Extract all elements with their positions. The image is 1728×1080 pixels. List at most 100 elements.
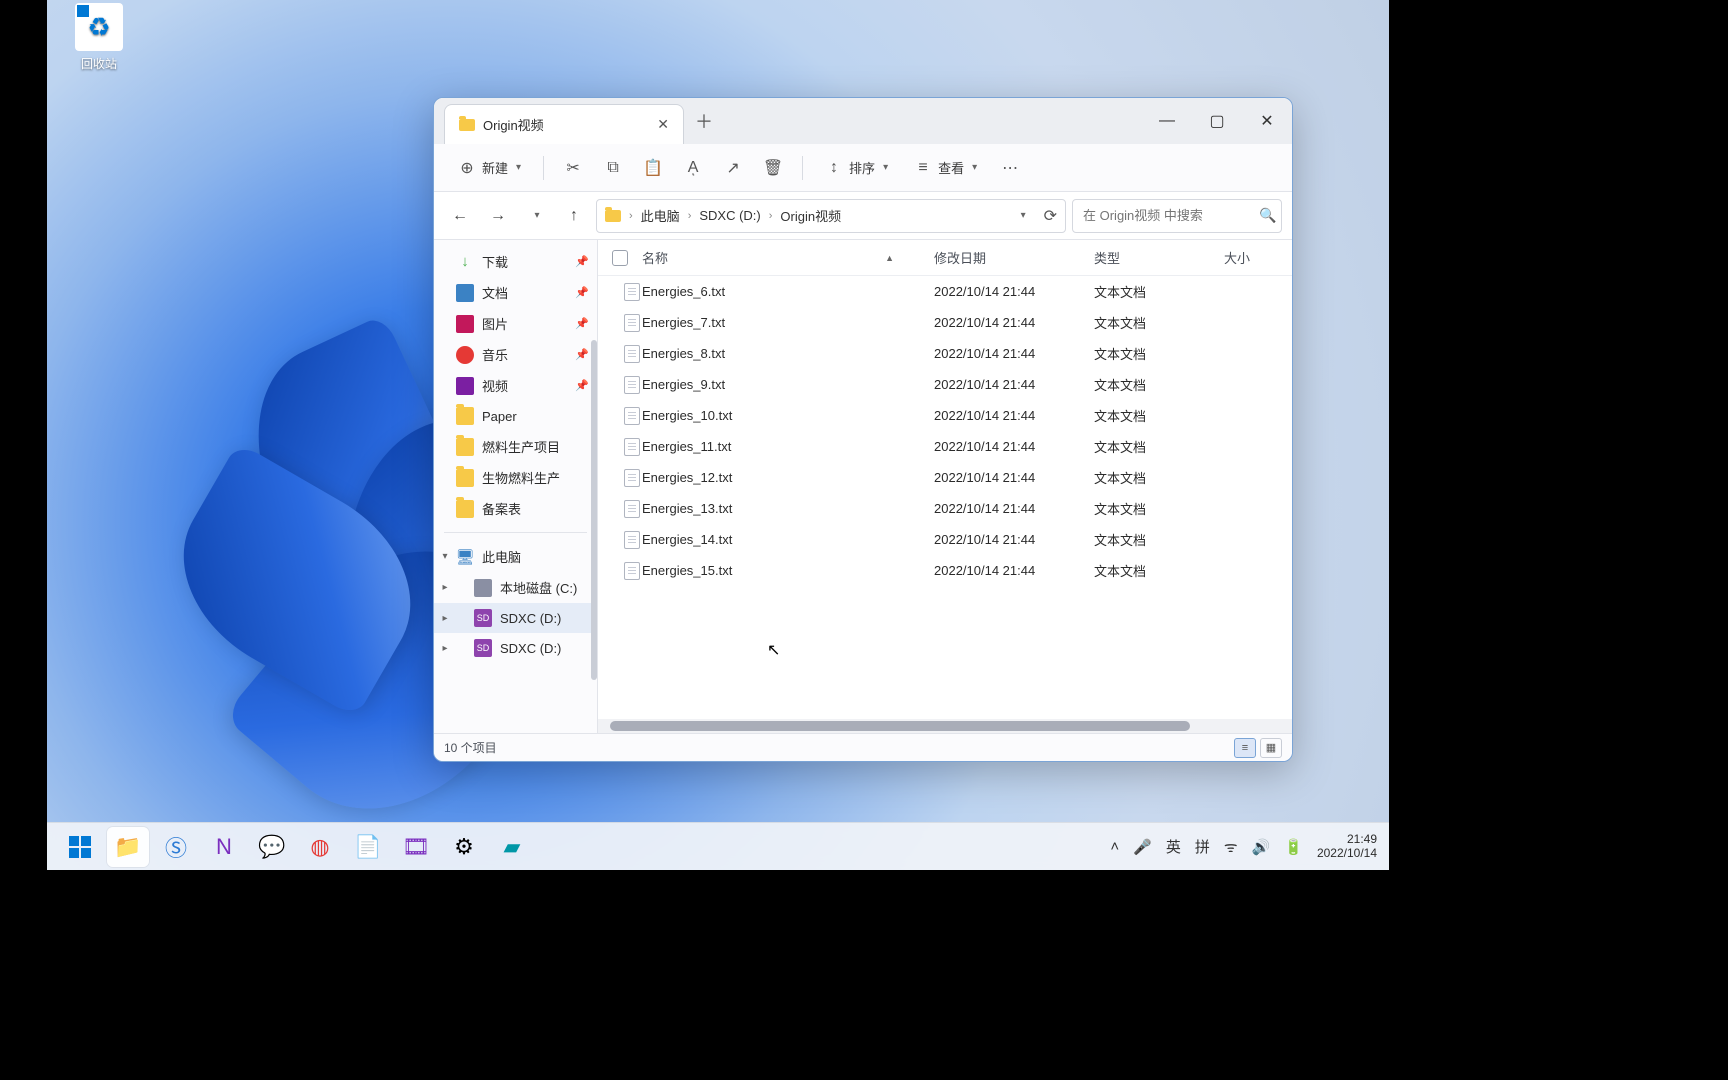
view-button[interactable]: ≡ 查看 ▾ — [904, 152, 987, 183]
file-row[interactable]: Energies_9.txt2022/10/14 21:44文本文档 — [598, 369, 1292, 400]
start-button[interactable] — [59, 827, 101, 867]
sidebar-item-record[interactable]: 备案表 — [434, 493, 597, 524]
sidebar-item-paper[interactable]: Paper — [434, 401, 597, 431]
more-button[interactable]: ⋯ — [993, 153, 1027, 183]
sidebar-item-downloads[interactable]: ↓下载📌 — [434, 246, 597, 277]
sidebar-item-sdxc-d-2[interactable]: ▸SDSDXC (D:) — [434, 633, 597, 663]
file-date: 2022/10/14 21:44 — [934, 439, 1094, 454]
file-row[interactable]: Energies_8.txt2022/10/14 21:44文本文档 — [598, 338, 1292, 369]
icons-view-button[interactable]: ▦ — [1260, 738, 1282, 758]
share-button[interactable]: ↗ — [716, 153, 750, 183]
address-bar[interactable]: › 此电脑 › SDXC (D:) › Origin视频 ▾ ⟳ — [596, 199, 1066, 233]
minimize-button[interactable]: — — [1142, 98, 1192, 144]
taskbar-wechat[interactable]: 💬 — [251, 827, 293, 867]
taskbar-clipchamp[interactable]: 🎞 — [395, 827, 437, 867]
file-type: 文本文档 — [1094, 561, 1224, 580]
delete-button[interactable]: 🗑 — [756, 153, 790, 183]
sidebar-item-pictures[interactable]: 图片📌 — [434, 308, 597, 339]
sidebar-item-documents[interactable]: 文档📌 — [434, 277, 597, 308]
taskbar-app-teal[interactable]: ▰ — [491, 827, 533, 867]
file-date: 2022/10/14 21:44 — [934, 315, 1094, 330]
col-type[interactable]: 类型 — [1094, 248, 1224, 267]
file-list: 名称▲ 修改日期 类型 大小 Energies_6.txt2022/10/14 … — [598, 240, 1292, 733]
tray-chevron-up-icon[interactable]: ˄ — [1110, 838, 1119, 855]
desktop[interactable]: ♻ 回收站 Origin视频 ✕ ＋ — ▢ ✕ ⊕ 新建 ▾ ✂ — [47, 0, 1389, 870]
file-date: 2022/10/14 21:44 — [934, 501, 1094, 516]
breadcrumb-folder[interactable]: Origin视频 — [776, 204, 845, 227]
toolbar-separator — [802, 156, 803, 180]
taskbar-sogou[interactable]: Ⓢ — [155, 827, 197, 867]
chevron-down-icon[interactable]: ▾ — [438, 551, 452, 562]
tab-close-button[interactable]: ✕ — [657, 116, 669, 133]
file-row[interactable]: Energies_12.txt2022/10/14 21:44文本文档 — [598, 462, 1292, 493]
chevron-right-icon[interactable]: ▸ — [438, 613, 452, 624]
taskbar-settings[interactable]: ⚙ — [443, 827, 485, 867]
up-button[interactable]: ↑ — [558, 200, 590, 232]
col-modified[interactable]: 修改日期 — [934, 248, 1094, 267]
col-size[interactable]: 大小 — [1224, 248, 1284, 267]
search-icon: 🔍 — [1259, 207, 1276, 224]
chevron-right-icon[interactable]: ▸ — [438, 582, 452, 593]
file-row[interactable]: Energies_7.txt2022/10/14 21:44文本文档 — [598, 307, 1292, 338]
recent-button[interactable]: ▾ — [520, 200, 552, 232]
file-row[interactable]: Energies_11.txt2022/10/14 21:44文本文档 — [598, 431, 1292, 462]
chevron-down-icon[interactable]: ▾ — [1021, 210, 1026, 221]
sidebar-item-sdxc-d[interactable]: ▸SDSDXC (D:) — [434, 603, 597, 633]
search-input[interactable] — [1083, 208, 1259, 223]
file-row[interactable]: Energies_14.txt2022/10/14 21:44文本文档 — [598, 524, 1292, 555]
sidebar-item-local-c[interactable]: ▸本地磁盘 (C:) — [434, 572, 597, 603]
search-box[interactable]: 🔍 — [1072, 199, 1282, 233]
new-tab-button[interactable]: ＋ — [684, 98, 724, 144]
sidebar-item-music[interactable]: 音乐📌 — [434, 339, 597, 370]
item-count: 10 个项目 — [444, 739, 497, 756]
taskbar-onenote[interactable]: N — [203, 827, 245, 867]
file-row[interactable]: Energies_10.txt2022/10/14 21:44文本文档 — [598, 400, 1292, 431]
battery-icon[interactable]: 🔋 — [1284, 838, 1303, 856]
forward-button[interactable]: → — [482, 200, 514, 232]
paste-button[interactable]: 📋 — [636, 153, 670, 183]
ime-mode[interactable]: 拼 — [1195, 836, 1210, 857]
sidebar: ↓下载📌 文档📌 图片📌 音乐📌 视频📌 Paper 燃料生产项目 生物燃料生产… — [434, 240, 598, 733]
col-name[interactable]: 名称 — [642, 248, 668, 267]
file-row[interactable]: Energies_13.txt2022/10/14 21:44文本文档 — [598, 493, 1292, 524]
sidebar-item-biofuel[interactable]: 生物燃料生产 — [434, 462, 597, 493]
sidebar-item-this-pc[interactable]: ▾🖥此电脑 — [434, 541, 597, 572]
taskbar-file-explorer[interactable]: 📁 — [107, 827, 149, 867]
plus-circle-icon: ⊕ — [458, 159, 476, 177]
sort-button[interactable]: ↕ 排序 ▾ — [815, 152, 898, 183]
rename-button[interactable]: Aͅ — [676, 153, 710, 183]
taskbar-app-red[interactable]: ◍ — [299, 827, 341, 867]
taskbar-notepad[interactable]: 📄 — [347, 827, 389, 867]
wifi-icon[interactable]: ᯤ — [1224, 837, 1238, 857]
breadcrumb-drive[interactable]: SDXC (D:) — [695, 206, 764, 225]
recycle-bin[interactable]: ♻ 回收站 — [61, 3, 137, 72]
sidebar-item-videos[interactable]: 视频📌 — [434, 370, 597, 401]
select-all-checkbox[interactable] — [612, 250, 628, 266]
new-button[interactable]: ⊕ 新建 ▾ — [448, 152, 531, 183]
ime-language[interactable]: 英 — [1166, 836, 1181, 857]
horizontal-scrollbar[interactable] — [598, 719, 1292, 733]
file-row[interactable]: Energies_15.txt2022/10/14 21:44文本文档 — [598, 555, 1292, 586]
copy-button[interactable]: ⧉ — [596, 153, 630, 183]
refresh-button[interactable]: ⟳ — [1044, 206, 1057, 226]
tab-origin-video[interactable]: Origin视频 ✕ — [444, 104, 684, 144]
close-button[interactable]: ✕ — [1242, 98, 1292, 144]
microphone-icon[interactable]: 🎤 — [1133, 838, 1152, 856]
volume-icon[interactable]: 🔊 — [1252, 838, 1271, 856]
details-view-button[interactable]: ≡ — [1234, 738, 1256, 758]
titlebar[interactable]: Origin视频 ✕ ＋ — ▢ ✕ — [434, 98, 1292, 144]
sidebar-item-fuel-project[interactable]: 燃料生产项目 — [434, 431, 597, 462]
cut-button[interactable]: ✂ — [556, 153, 590, 183]
column-headers: 名称▲ 修改日期 类型 大小 — [598, 240, 1292, 276]
maximize-button[interactable]: ▢ — [1192, 98, 1242, 144]
file-date: 2022/10/14 21:44 — [934, 346, 1094, 361]
file-date: 2022/10/14 21:44 — [934, 377, 1094, 392]
back-button[interactable]: ← — [444, 200, 476, 232]
recycle-icon: ♻ — [87, 12, 110, 43]
clock[interactable]: 21:49 2022/10/14 — [1317, 833, 1377, 861]
chevron-right-icon[interactable]: ▸ — [438, 643, 452, 654]
file-type: 文本文档 — [1094, 282, 1224, 301]
breadcrumb-this-pc[interactable]: 此电脑 — [637, 204, 684, 227]
file-row[interactable]: Energies_6.txt2022/10/14 21:44文本文档 — [598, 276, 1292, 307]
sidebar-scrollbar[interactable] — [591, 340, 597, 680]
